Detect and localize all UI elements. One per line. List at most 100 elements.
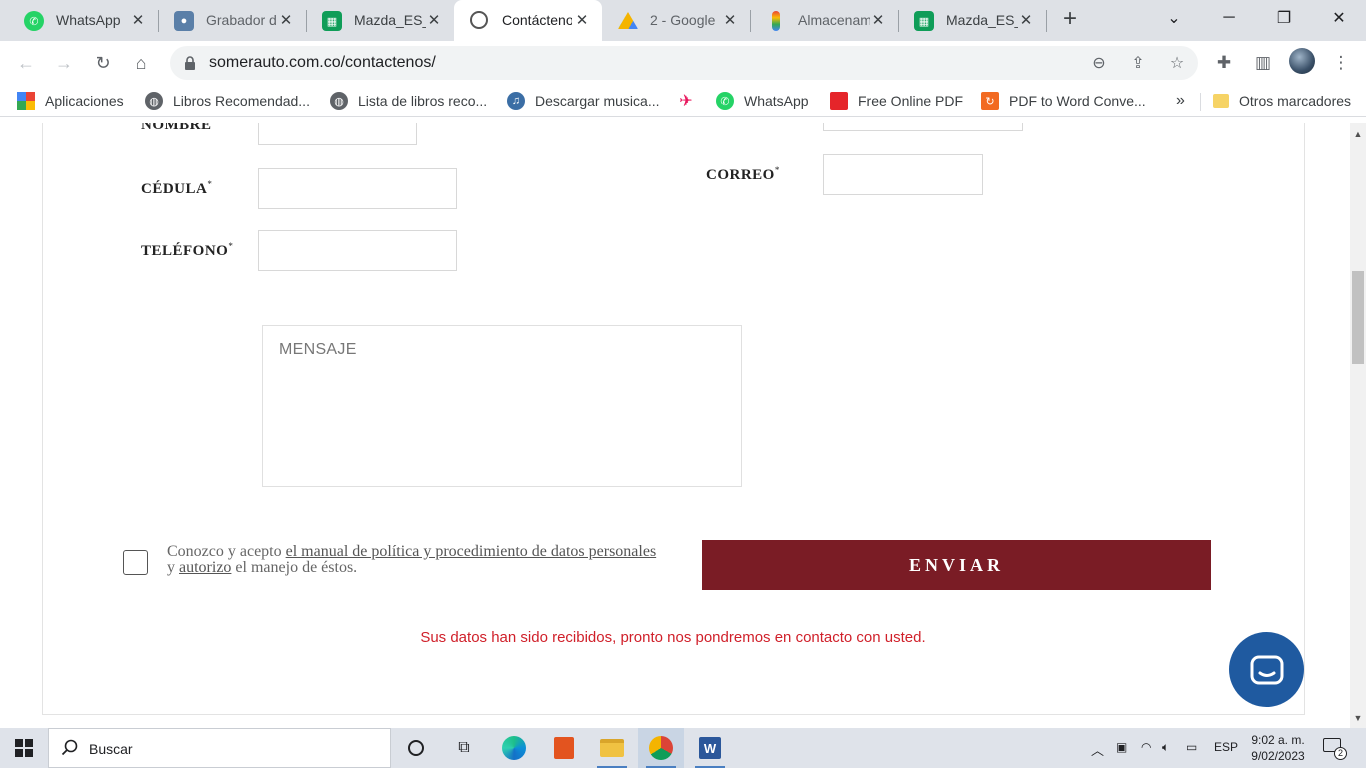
start-button[interactable] <box>0 728 48 768</box>
url-text[interactable]: somerauto.com.co/contactenos/ <box>209 54 436 72</box>
autorizo-link[interactable]: autorizo <box>179 559 231 576</box>
bookmark-label: Otros marcadores <box>1239 93 1352 109</box>
tab-whatsapp[interactable]: ✆ WhatsApp ✕ <box>8 0 159 41</box>
bookmark-descargar-musica[interactable]: ♫ Descargar musica... <box>507 92 659 110</box>
task-view-button[interactable]: ⧉ <box>441 728 487 768</box>
zoom-icon[interactable]: ⊖ <box>1088 52 1110 74</box>
cortana-button[interactable] <box>393 728 439 768</box>
tab-title: 2 - Google <box>650 12 716 28</box>
office-icon <box>554 737 574 759</box>
cedula-input[interactable] <box>258 168 457 209</box>
home-icon[interactable]: ⌂ <box>127 49 155 77</box>
bookmark-aplicaciones[interactable]: Aplicaciones <box>17 92 124 110</box>
drive-icon <box>618 12 638 29</box>
bookmark-label: Aplicaciones <box>45 93 124 109</box>
correo-label: CORREO* <box>706 165 780 183</box>
taskbar-search-box[interactable]: Buscar <box>48 728 391 768</box>
close-tab-icon[interactable]: ✕ <box>1016 10 1036 30</box>
enviar-button[interactable]: ENVIAR <box>702 540 1211 590</box>
bookmark-whatsapp[interactable]: ✆ WhatsApp <box>716 92 809 110</box>
bookmark-libros-recomendados[interactable]: ◍ Libros Recomendad... <box>145 92 310 110</box>
chat-widget-button[interactable] <box>1229 632 1304 707</box>
wifi-icon[interactable]: ◠ <box>1141 740 1151 754</box>
page-scrollbar[interactable]: ▲ ▼ <box>1350 123 1366 728</box>
tab-title: Mazda_ES_ <box>946 12 1018 28</box>
bookmark-send[interactable]: ✈ <box>677 92 705 110</box>
back-arrow-icon[interactable]: ← <box>12 49 40 77</box>
chrome-app[interactable] <box>638 728 684 768</box>
bookmark-label: Lista de libros reco... <box>358 93 488 109</box>
mensaje-textarea[interactable]: MENSAJE <box>262 325 742 487</box>
tab-almacenamiento[interactable]: Almacenam ✕ <box>750 0 899 41</box>
scroll-up-arrow-icon[interactable]: ▲ <box>1353 129 1363 139</box>
scrollbar-thumb[interactable] <box>1352 271 1364 364</box>
restore-icon[interactable]: ❐ <box>1256 0 1312 36</box>
volume-icon[interactable]: 🔈︎ <box>1162 740 1169 755</box>
tab-title: Almacenam <box>798 12 870 28</box>
minimize-icon[interactable]: ─ <box>1201 0 1257 36</box>
battery-icon[interactable]: ▭ <box>1186 740 1197 754</box>
correo-input[interactable] <box>823 154 983 195</box>
consent-checkbox[interactable] <box>123 550 148 575</box>
close-tab-icon[interactable]: ✕ <box>572 10 592 30</box>
bookmark-label: Free Online PDF <box>858 93 964 109</box>
star-icon[interactable]: ☆ <box>1166 52 1188 74</box>
edge-app[interactable] <box>491 728 537 768</box>
globe-icon: ◍ <box>145 92 163 110</box>
bookmarks-bar: Aplicaciones ◍ Libros Recomendad... ◍ Li… <box>0 85 1366 117</box>
bookmark-pdf-to-word[interactable]: ↻ PDF to Word Conve... <box>981 92 1146 110</box>
clock[interactable]: 9:02 a. m. 9/02/2023 <box>1240 732 1316 764</box>
side-panel-icon[interactable]: ▥ <box>1251 51 1275 75</box>
notification-center-button[interactable]: 2 <box>1323 738 1347 760</box>
forward-arrow-icon[interactable]: → <box>50 49 78 77</box>
tab-mazda-sheet-1[interactable]: ▦ Mazda_ES_ ✕ <box>306 0 454 41</box>
tab-search-chevron-icon[interactable]: ⌄ <box>1146 0 1202 36</box>
telefono-input[interactable] <box>258 230 457 271</box>
file-explorer-app[interactable] <box>589 728 635 768</box>
bookmark-free-online-pdf[interactable]: Free Online PDF <box>830 92 963 110</box>
scroll-down-arrow-icon[interactable]: ▼ <box>1353 713 1363 723</box>
success-message: Sus datos han sido recibidos, pronto nos… <box>420 629 926 646</box>
new-tab-button[interactable]: + <box>1058 7 1082 32</box>
close-tab-icon[interactable]: ✕ <box>128 10 148 30</box>
close-tab-icon[interactable]: ✕ <box>276 10 296 30</box>
music-icon: ♫ <box>507 92 525 110</box>
right-column-input-top[interactable] <box>823 123 1023 131</box>
browser-toolbar: ← → ↻ ⌂ somerauto.com.co/contactenos/ ⊖ … <box>0 41 1366 85</box>
recorder-icon: ● <box>174 11 194 31</box>
tab-contactenos[interactable]: Contáctenos ✕ <box>454 0 602 42</box>
bookmark-otros-marcadores[interactable]: Otros marcadores <box>1213 92 1351 110</box>
language-indicator[interactable]: ESP <box>1214 740 1238 754</box>
tab-grabador[interactable]: ● Grabador d ✕ <box>158 0 307 41</box>
bookmarks-overflow-button[interactable]: » <box>1176 92 1185 110</box>
close-tab-icon[interactable]: ✕ <box>868 10 888 30</box>
office-app[interactable] <box>541 728 587 768</box>
profile-avatar[interactable] <box>1289 48 1315 74</box>
extensions-puzzle-icon[interactable]: ✚ <box>1212 51 1236 75</box>
privacy-policy-link[interactable]: el manual de política y procedimiento de… <box>286 543 657 560</box>
whatsapp-icon: ✆ <box>24 11 44 31</box>
bookmark-lista-de-libros[interactable]: ◍ Lista de libros reco... <box>330 92 487 110</box>
nombre-input[interactable] <box>258 123 417 145</box>
reload-icon[interactable]: ↻ <box>89 49 117 77</box>
close-tab-icon[interactable]: ✕ <box>424 10 444 30</box>
cortana-circle-icon <box>408 740 424 756</box>
word-app[interactable]: W <box>687 728 733 768</box>
sheets-icon: ▦ <box>914 11 934 31</box>
tray-chevron-icon[interactable]: ︿ <box>1091 740 1104 759</box>
menu-kebab-icon[interactable]: ⋮ <box>1329 51 1353 75</box>
word-icon: W <box>699 737 721 759</box>
close-window-icon[interactable]: ✕ <box>1311 0 1366 36</box>
tab-strip: ✆ WhatsApp ✕ ● Grabador d ✕ ▦ Mazda_ES_ … <box>0 0 1366 42</box>
device-icon[interactable]: ▣ <box>1116 740 1127 754</box>
address-bar[interactable]: somerauto.com.co/contactenos/ ⊖ ⇪ ☆ <box>170 46 1198 80</box>
tab-mazda-sheet-2[interactable]: ▦ Mazda_ES_ ✕ <box>898 0 1047 41</box>
tab-google-drive[interactable]: 2 - Google ✕ <box>602 0 751 41</box>
tab-separator <box>1046 10 1047 32</box>
windows-logo-icon <box>15 739 33 757</box>
close-tab-icon[interactable]: ✕ <box>720 10 740 30</box>
share-icon[interactable]: ⇪ <box>1127 52 1149 74</box>
sheets-icon: ▦ <box>322 11 342 31</box>
google-one-icon <box>772 11 780 31</box>
pdf-word-icon: ↻ <box>981 92 999 110</box>
